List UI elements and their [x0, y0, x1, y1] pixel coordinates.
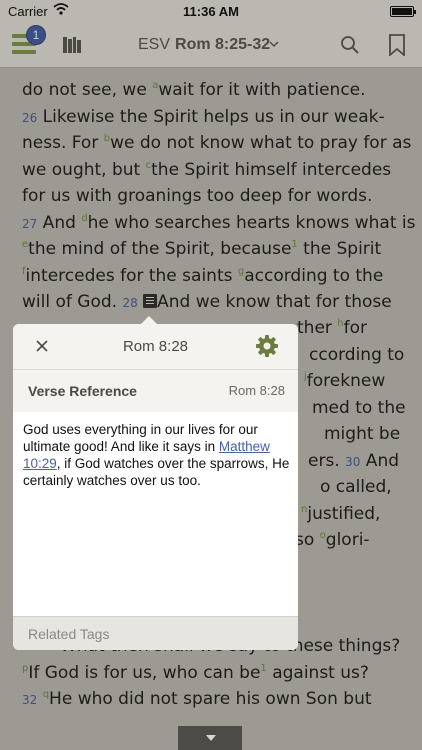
verse-number[interactable]: 28	[122, 296, 137, 310]
reference-label: Rom 8:25-32	[175, 36, 271, 53]
verse-number[interactable]: 32	[22, 693, 37, 707]
verse-text: justified,	[307, 503, 381, 524]
top-toolbar: 1 ESV Rom 8:25-32	[0, 22, 422, 68]
text-line[interactable]: ers. 30 And	[308, 451, 399, 471]
verse-reference-row[interactable]: Verse Reference Rom 8:28	[13, 370, 298, 412]
verse-text: the Spirit himself intercedes	[151, 159, 392, 180]
verse-text: he who searches hearts knows what is	[87, 212, 416, 233]
related-tags-label: Related Tags	[28, 626, 110, 642]
text-line[interactable]: 27 And dhe who searches hearts knows wha…	[22, 213, 415, 233]
popover-header: Rom 8:28	[13, 324, 298, 370]
verse-text: ers.	[308, 450, 346, 471]
verse-number[interactable]: 27	[22, 217, 37, 231]
verse-text: ccording to	[309, 344, 405, 365]
text-line[interactable]: ccording to	[309, 345, 404, 365]
verse-text: ther	[297, 318, 338, 338]
text-line[interactable]: ethe mind of the Spirit, because1 the Sp…	[22, 239, 381, 259]
verse-text: according to the	[244, 265, 384, 286]
verse-text: med to the	[312, 397, 406, 418]
text-line[interactable]: o called,	[320, 477, 392, 497]
gear-icon[interactable]	[256, 335, 278, 357]
verse-reference-value: Rom 8:28	[228, 383, 285, 398]
related-tags-row[interactable]: Related Tags	[13, 616, 298, 650]
verse-text: wait for it with patience.	[158, 80, 366, 100]
passage-reference[interactable]: ESV Rom 8:25-32	[138, 36, 270, 54]
notification-badge[interactable]: 1	[26, 25, 46, 45]
text-line[interactable]: we ought, but cthe Spirit himself interc…	[22, 160, 391, 180]
verse-text: And we know that for those	[157, 292, 392, 312]
verse-number[interactable]: 26	[22, 111, 37, 125]
text-line[interactable]: jforeknew	[304, 371, 385, 391]
text-line[interactable]: 32 qHe who did not spare his own Son but	[22, 689, 372, 709]
verse-text: might be	[324, 424, 401, 444]
verse-text: And	[360, 450, 400, 471]
verse-text: for	[343, 318, 368, 338]
text-line[interactable]: fintercedes for the saints gaccording to…	[22, 266, 383, 286]
verse-text: for us with groanings too deep for words…	[22, 186, 373, 206]
verse-text: If God is for us, who can be	[28, 662, 261, 683]
verse-text: Likewise the Spirit helps us in our weak…	[37, 106, 385, 127]
text-line[interactable]: 26 Likewise the Spirit helps us in our w…	[22, 107, 385, 127]
text-line[interactable]: will of God. 28 And we know that for tho…	[22, 292, 392, 312]
library-icon[interactable]	[62, 35, 82, 55]
bottom-drawer-handle[interactable]	[178, 726, 242, 750]
verse-text: o called,	[320, 477, 392, 497]
verse-number[interactable]: 30	[345, 455, 360, 469]
text-line[interactable]: might be	[324, 424, 400, 444]
text-line[interactable]: pIf God is for us, who can be1 against u…	[22, 663, 369, 683]
verse-text: the mind of the Spirit, because	[28, 239, 292, 259]
verse-text: do not see, we	[22, 80, 153, 100]
chevron-down-icon[interactable]	[268, 38, 280, 50]
verse-text: will of God.	[22, 292, 123, 312]
verse-text: glori-	[325, 530, 370, 550]
text-line[interactable]: ther hfor	[297, 318, 367, 338]
note-text[interactable]: God uses everything in our lives for our…	[23, 421, 293, 489]
bookmark-icon[interactable]	[388, 34, 406, 56]
search-icon[interactable]	[340, 35, 360, 55]
text-line[interactable]: for us with groanings too deep for words…	[22, 186, 372, 206]
text-line[interactable]: so oglori-	[295, 530, 370, 550]
verse-text: And	[37, 212, 82, 233]
note-icon[interactable]	[143, 294, 158, 308]
text-line[interactable]: do not see, we await for it with patienc…	[22, 80, 366, 100]
status-bar: Carrier 11:36 AM	[0, 0, 422, 22]
verse-text: intercedes for the saints	[25, 265, 238, 286]
verse-text: the Spirit	[297, 239, 382, 259]
note-popover: Rom 8:28 Verse Reference Rom 8:28 God us…	[13, 324, 298, 650]
verse-reference-label: Verse Reference	[28, 383, 137, 399]
clock: 11:36 AM	[183, 4, 239, 19]
verse-text: we ought, but	[22, 159, 146, 180]
verse-text: so	[295, 530, 320, 550]
verse-text: against us?	[266, 662, 369, 683]
verse-text: ness. For	[22, 133, 104, 153]
verse-text: we do not know what to pray for as	[110, 133, 412, 153]
text-line[interactable]: ness. For bwe do not know what to pray f…	[22, 133, 411, 153]
battery-icon	[390, 6, 416, 17]
text-line[interactable]: njustified,	[301, 504, 380, 524]
note-text-end: , if God watches over the sparrows, He c…	[23, 456, 290, 488]
bible-version: ESV	[138, 36, 171, 53]
verse-text: foreknew	[306, 371, 386, 391]
verse-text: He who did not spare his own Son but	[49, 689, 372, 709]
text-line[interactable]: med to the	[312, 398, 406, 418]
